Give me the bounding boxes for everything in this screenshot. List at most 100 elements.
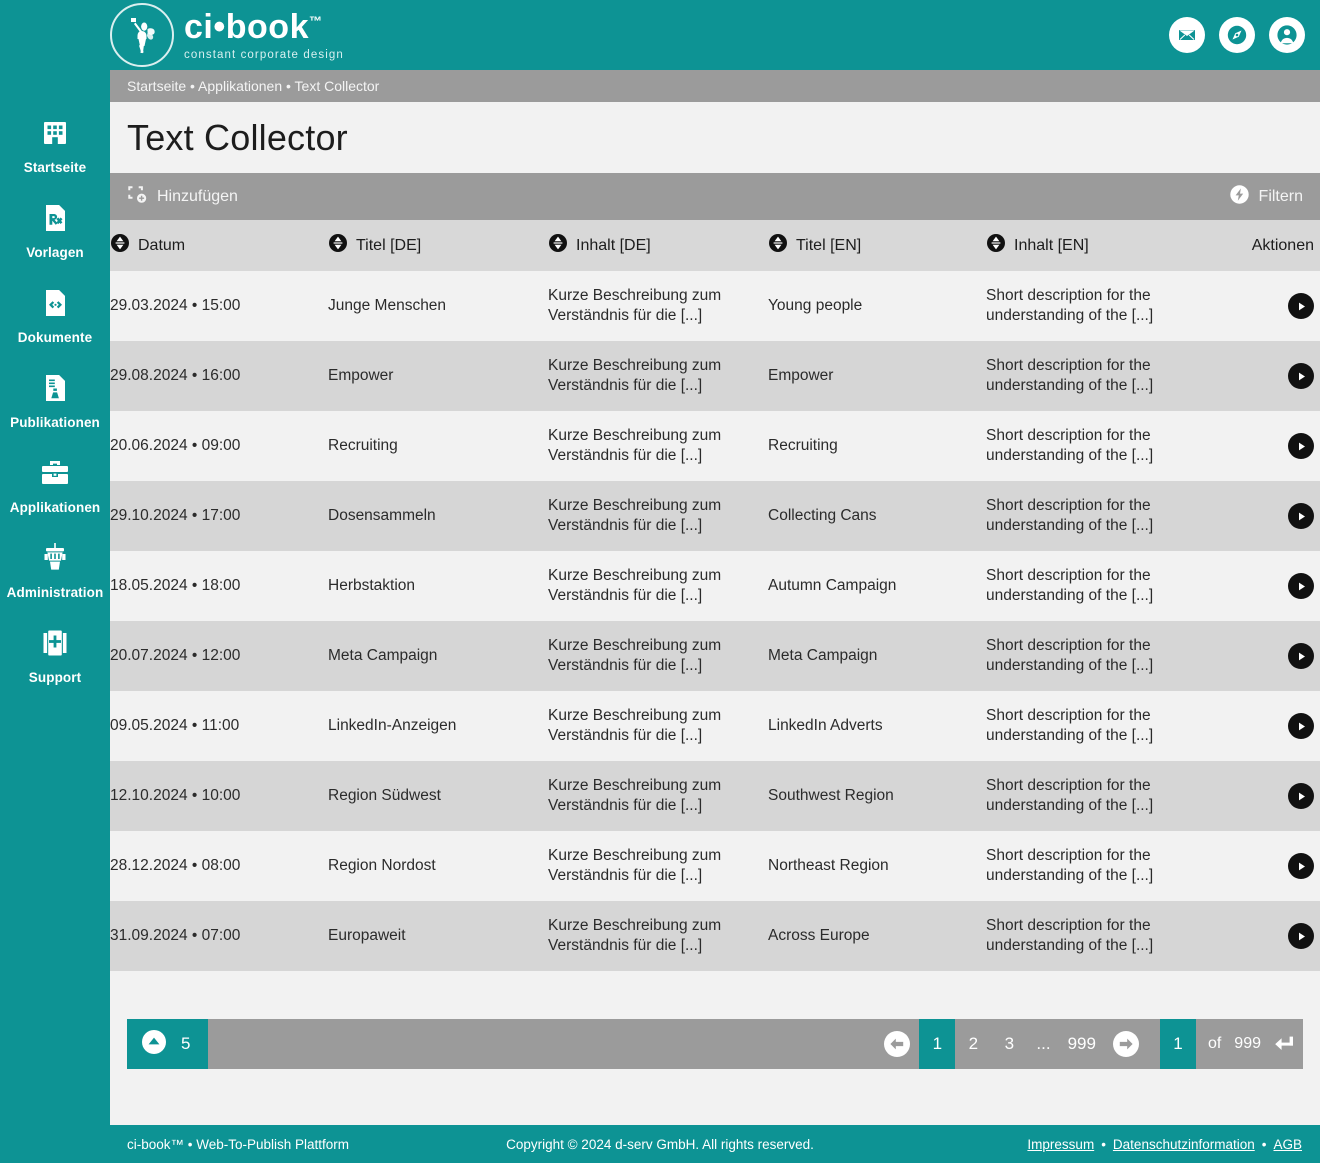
table-row[interactable]: 29.10.2024 • 17:00 Dosensammeln Kurze Besc… — [110, 481, 1320, 551]
brand-trademark: ™ — [308, 13, 323, 29]
sidebar-item-publikationen[interactable]: Publikationen — [0, 367, 110, 430]
cell-actions — [1204, 411, 1320, 481]
brand-tagline: constant corporate design — [184, 48, 344, 61]
user-account-icon[interactable] — [1269, 17, 1305, 53]
table-row[interactable]: 29.03.2024 • 15:00 Junge Menschen Kurze Be… — [110, 271, 1320, 341]
table-row[interactable]: 09.05.2024 • 11:00 LinkedIn-Anzeigen Kurze… — [110, 691, 1320, 761]
cell-title-en: Meta Campaign — [768, 621, 986, 691]
arrow-right-icon[interactable] — [1112, 1031, 1139, 1057]
arrow-left-icon[interactable] — [884, 1031, 911, 1057]
page-jump-input[interactable]: 1 — [1159, 1019, 1196, 1069]
sidebar-item-vorlagen[interactable]: Vorlagen — [0, 197, 110, 260]
pagination-controls: 1 2 3 ... 999 1 of 999 — [875, 1019, 1303, 1069]
cell-content-en: Short description for the understanding … — [986, 481, 1204, 551]
cell-actions — [1204, 551, 1320, 621]
page-footer: ci-book™ • Web-To-Publish Plattform Copy… — [0, 1125, 1320, 1163]
footer-link-datenschutz[interactable]: Datenschutzinformation — [1113, 1137, 1255, 1152]
main-content: Startseite • Applikationen • Text Collec… — [110, 70, 1320, 1125]
application-root: ci•book™ constant corporate design Start… — [0, 0, 1320, 1163]
page-nav: 1 2 3 ... 999 — [875, 1019, 1148, 1069]
footer-link-impressum[interactable]: Impressum — [1027, 1137, 1094, 1152]
play-action-icon[interactable] — [1288, 783, 1314, 809]
pagination-spacer — [208, 1019, 875, 1069]
sidebar-item-administration[interactable]: Administration — [0, 537, 110, 600]
lightning-filter-icon — [1229, 184, 1250, 210]
column-header-titel-de[interactable]: Titel [DE] — [328, 220, 548, 271]
play-action-icon[interactable] — [1288, 503, 1314, 529]
table-header: Datum Titel [DE] Inhalt [DE] Titel [EN] … — [110, 220, 1320, 271]
column-header-datum[interactable]: Datum — [110, 220, 328, 271]
page-ellipsis: ... — [1036, 1034, 1051, 1053]
sidebar-item-support[interactable]: Support — [0, 622, 110, 685]
filter-button[interactable]: Filtern — [1229, 184, 1303, 210]
sidebar-item-startseite[interactable]: Startseite — [0, 112, 110, 175]
cell-content-de: Kurze Beschreibung zum Verständnis für d… — [548, 411, 768, 481]
table-row[interactable]: 20.06.2024 • 09:00 Recruiting Kurze Beschr… — [110, 411, 1320, 481]
page-title: Text Collector — [127, 116, 348, 158]
cell-content-en: Short description for the understanding … — [986, 901, 1204, 971]
cell-actions — [1204, 691, 1320, 761]
mail-icon[interactable] — [1169, 17, 1205, 53]
page-of-label: of — [1207, 1035, 1222, 1052]
cell-content-de: Kurze Beschreibung zum Verständnis für d… — [548, 761, 768, 831]
play-action-icon[interactable] — [1288, 853, 1314, 879]
table-row[interactable]: 31.09.2024 • 07:00 Europaweit Kurze Beschr… — [110, 901, 1320, 971]
fairy-logo-icon — [110, 3, 174, 67]
play-action-icon[interactable] — [1288, 643, 1314, 669]
table-row[interactable]: 29.08.2024 • 16:00 Empower Kurze Beschreib… — [110, 341, 1320, 411]
enter-key-icon[interactable] — [1273, 1019, 1303, 1069]
cell-content-en: Short description for the understanding … — [986, 551, 1204, 621]
column-header-label: Aktionen — [1251, 236, 1314, 254]
filter-button-label: Filtern — [1258, 187, 1303, 205]
sort-icon[interactable] — [548, 233, 568, 258]
page-size-group: 5 — [127, 1019, 209, 1069]
sort-icon[interactable] — [768, 233, 788, 258]
cell-title-en: Young people — [768, 271, 986, 341]
cell-content-de: Kurze Beschreibung zum Verständnis für d… — [548, 831, 768, 901]
sidebar-item-dokumente[interactable]: Dokumente — [0, 282, 110, 345]
play-action-icon[interactable] — [1288, 363, 1314, 389]
add-button[interactable]: Hinzufügen — [127, 184, 238, 210]
cell-actions — [1204, 761, 1320, 831]
table-row[interactable]: 18.05.2024 • 18:00 Herbstaktion Kurze Besc… — [110, 551, 1320, 621]
compass-icon[interactable] — [1219, 17, 1255, 53]
page-number-3[interactable]: 3 — [991, 1019, 1027, 1069]
content-bottom-spacer — [110, 1069, 1320, 1125]
page-number-label: 999 — [1067, 1034, 1096, 1053]
sort-icon[interactable] — [328, 233, 348, 258]
chevron-up-icon[interactable] — [141, 1029, 167, 1060]
column-header-inhalt-de[interactable]: Inhalt [DE] — [548, 220, 768, 271]
column-header-titel-en[interactable]: Titel [EN] — [768, 220, 986, 271]
building-icon — [36, 112, 74, 154]
play-action-icon[interactable] — [1288, 293, 1314, 319]
sort-icon[interactable] — [986, 233, 1006, 258]
column-header-inhalt-en[interactable]: Inhalt [EN] — [986, 220, 1204, 271]
page-number-last[interactable]: 999 — [1060, 1019, 1104, 1069]
cell-date: 09.05.2024 • 11:00 — [110, 691, 328, 761]
play-action-icon[interactable] — [1288, 433, 1314, 459]
pagination-bar: 5 1 2 3 ... 999 1 of 999 — [127, 1019, 1303, 1069]
brand-logo[interactable]: ci•book™ constant corporate design — [110, 3, 344, 67]
play-action-icon[interactable] — [1288, 713, 1314, 739]
footer-link-separator: • — [1261, 1136, 1267, 1152]
page-number-1[interactable]: 1 — [919, 1019, 956, 1069]
page-size-selector[interactable]: 5 — [127, 1019, 209, 1069]
play-action-icon[interactable] — [1288, 573, 1314, 599]
play-action-icon[interactable] — [1288, 923, 1314, 949]
table-row[interactable]: 20.07.2024 • 12:00 Meta Campaign Kurze Bes… — [110, 621, 1320, 691]
page-number-2[interactable]: 2 — [955, 1019, 991, 1069]
sidebar-item-label: Applikationen — [9, 500, 101, 515]
top-header-bar: ci•book™ constant corporate design — [0, 0, 1320, 70]
brand-name-text: ci•book — [184, 7, 309, 46]
toolbox-icon — [35, 452, 75, 494]
breadcrumb-text[interactable]: Startseite • Applikationen • Text Collec… — [127, 78, 379, 94]
sidebar-item-applikationen[interactable]: Applikationen — [0, 452, 110, 515]
sort-icon[interactable] — [110, 233, 130, 258]
cell-content-de: Kurze Beschreibung zum Verständnis für d… — [548, 621, 768, 691]
table-row[interactable]: 12.10.2024 • 10:00 Region Südwest Kurze Be… — [110, 761, 1320, 831]
table-row[interactable]: 28.12.2024 • 08:00 Region Nordost Kurze Be… — [110, 831, 1320, 901]
cell-content-en: Short description for the understanding … — [986, 831, 1204, 901]
footer-link-agb[interactable]: AGB — [1273, 1137, 1302, 1152]
brand-name: ci•book™ — [184, 10, 344, 44]
cell-title-de: Recruiting — [328, 411, 548, 481]
